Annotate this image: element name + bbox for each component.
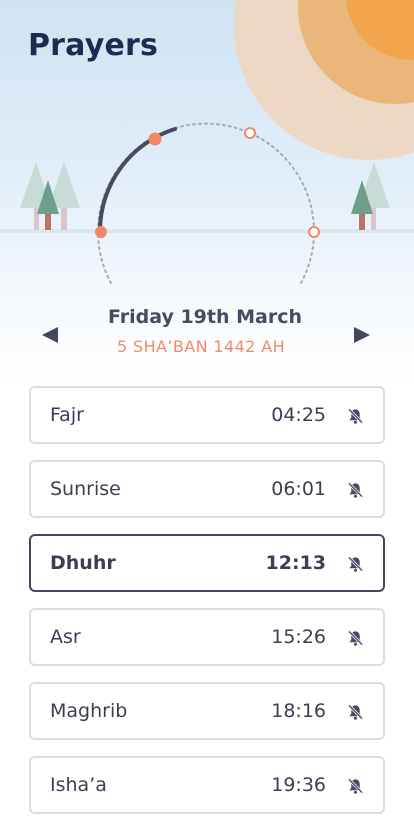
prayer-name: Fajr: [50, 404, 84, 426]
sunset-marker: [308, 226, 320, 238]
bell-muted-icon[interactable]: [347, 481, 364, 499]
bell-muted-icon[interactable]: [347, 703, 364, 721]
current-sun-marker: [148, 132, 162, 146]
prayer-row-sunrise[interactable]: Sunrise 06:01: [29, 460, 385, 518]
prayer-name: Asr: [50, 626, 81, 648]
sun-path-dotted: [97, 122, 315, 284]
prayer-time: 12:13: [265, 552, 326, 574]
sunrise-marker: [95, 226, 107, 238]
prayer-time: 15:26: [271, 626, 326, 648]
prayer-list: Fajr 04:25 Sunrise 06:01 Dhuhr 12:13 Asr…: [29, 386, 385, 830]
prayers-screen: Prayers Friday 19th March 5 SHA’BAN 1442…: [0, 0, 414, 835]
sun-path-elapsed: [98, 127, 177, 232]
next-day-button[interactable]: [350, 324, 374, 346]
prayer-row-asr[interactable]: Asr 15:26: [29, 608, 385, 666]
prayer-row-fajr[interactable]: Fajr 04:25: [29, 386, 385, 444]
bell-muted-icon[interactable]: [347, 777, 364, 795]
hijri-date: 5 SHA’BAN 1442 AH: [116, 337, 286, 356]
prayer-name: Isha’a: [50, 774, 107, 796]
bell-muted-icon[interactable]: [347, 555, 364, 573]
prayer-name: Sunrise: [50, 478, 121, 500]
prayer-name: Dhuhr: [50, 552, 116, 574]
prayer-time: 18:16: [271, 700, 326, 722]
arrow-right-icon: [354, 327, 370, 343]
gregorian-date: Friday 19th March: [107, 306, 303, 328]
asr-marker: [244, 127, 256, 139]
sun-path-illustration: [20, 122, 390, 284]
prayer-time: 04:25: [271, 404, 326, 426]
prayer-time: 06:01: [271, 478, 326, 500]
prayer-row-maghrib[interactable]: Maghrib 18:16: [29, 682, 385, 740]
prayer-row-ishaa[interactable]: Isha’a 19:36: [29, 756, 385, 814]
bell-muted-icon[interactable]: [347, 629, 364, 647]
prayer-name: Maghrib: [50, 700, 128, 722]
bell-muted-icon[interactable]: [347, 407, 364, 425]
prayer-time: 19:36: [271, 774, 326, 796]
prayer-row-dhuhr[interactable]: Dhuhr 12:13: [29, 534, 385, 592]
